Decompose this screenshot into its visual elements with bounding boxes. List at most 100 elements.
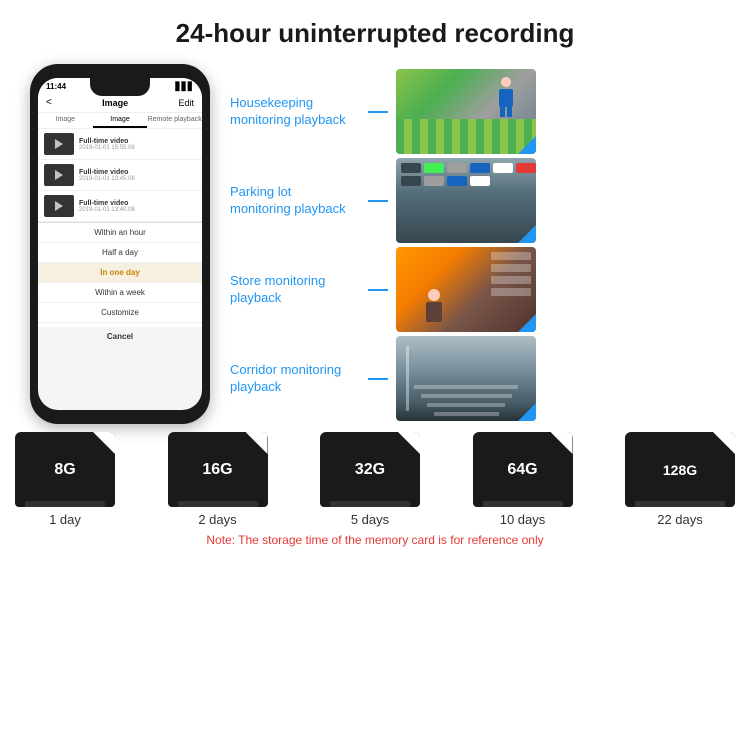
sd-card-size-label: 64G <box>507 461 537 479</box>
figure-body <box>499 89 513 107</box>
image-bracket <box>518 403 536 421</box>
monitoring-item-parking: Parking lot monitoring playback <box>230 158 730 243</box>
popup-item-within-week[interactable]: Within a week <box>38 283 202 303</box>
connector-line <box>368 111 388 113</box>
car <box>516 163 536 173</box>
parking-photo <box>396 158 536 243</box>
car <box>424 163 444 173</box>
nav-title: Image <box>102 98 128 108</box>
sd-card-8g: 8G <box>15 432 115 507</box>
car <box>447 176 467 186</box>
sd-card-size-label: 16G <box>202 461 232 479</box>
shelf <box>491 252 531 260</box>
stair <box>414 385 518 389</box>
play-icon <box>55 139 63 149</box>
image-bracket <box>518 225 536 243</box>
page-title: 24-hour uninterrupted recording <box>10 18 740 49</box>
storage-card-64g: 64G 10 days <box>473 432 573 527</box>
tab-image-1[interactable]: Image <box>38 113 93 128</box>
storage-card-32g: 32G 5 days <box>320 432 420 527</box>
monitoring-label-parking: Parking lot monitoring playback <box>230 184 360 218</box>
main-content: 11:44 ▋▋▋ < Image Edit Image Image Remot… <box>0 64 750 424</box>
page-header: 24-hour uninterrupted recording <box>0 0 750 59</box>
shelf <box>491 264 531 272</box>
storage-card-8g: 8G 1 day <box>15 432 115 527</box>
phone-popup-menu: Within an hour Half a day In one day Wit… <box>38 222 202 346</box>
figure-leg <box>507 107 512 117</box>
sd-card-notch <box>178 501 258 507</box>
handrail <box>406 346 409 411</box>
popup-item-half-day[interactable]: Half a day <box>38 243 202 263</box>
stair <box>434 412 499 416</box>
sd-card-size-label: 32G <box>355 461 385 479</box>
video-title: Full-time video <box>79 138 135 145</box>
nav-edit-button[interactable]: Edit <box>178 98 194 108</box>
popup-cancel-button[interactable]: Cancel <box>38 327 202 346</box>
list-item[interactable]: Full-time video 2019-01-01 13:40:08 <box>38 191 202 222</box>
sd-card-128g: 128G <box>625 432 735 507</box>
stair <box>421 394 512 398</box>
popup-item-customize[interactable]: Customize <box>38 303 202 323</box>
monitoring-label-corridor: Corridor monitoring playback <box>230 362 360 396</box>
tab-image-2[interactable]: Image <box>93 113 148 128</box>
carpet-pattern <box>396 119 536 154</box>
video-thumbnail <box>44 133 74 155</box>
car <box>493 163 513 173</box>
figure-legs <box>496 107 516 117</box>
list-item[interactable]: Full-time video 2019-01-01 15:55:08 <box>38 129 202 160</box>
phone-notch <box>90 78 150 96</box>
monitoring-image-housekeeping <box>396 69 536 154</box>
phone-video-list: Full-time video 2019-01-01 15:55:08 Full… <box>38 129 202 222</box>
storage-days-2: 2 days <box>198 512 236 527</box>
store-person <box>426 289 442 322</box>
popup-item-within-hour[interactable]: Within an hour <box>38 223 202 243</box>
sd-card-notch <box>330 501 410 507</box>
store-head <box>428 289 440 301</box>
storage-note: Note: The storage time of the memory car… <box>15 533 735 547</box>
monitoring-item-store: Store monitoring playback <box>230 247 730 332</box>
storage-card-16g: 16G 2 days <box>168 432 268 527</box>
phone-mockup: 11:44 ▋▋▋ < Image Edit Image Image Remot… <box>30 64 210 424</box>
video-title: Full-time video <box>79 200 135 207</box>
phone-container: 11:44 ▋▋▋ < Image Edit Image Image Remot… <box>20 64 220 424</box>
monitoring-image-parking <box>396 158 536 243</box>
storage-days-1: 1 day <box>49 512 81 527</box>
monitoring-label-housekeeping: Housekeeping monitoring playback <box>230 95 360 129</box>
popup-item-one-day[interactable]: In one day <box>38 263 202 283</box>
monitoring-image-corridor <box>396 336 536 421</box>
car <box>401 163 421 173</box>
play-icon <box>55 201 63 211</box>
video-date: 2019-01-01 13:40:08 <box>79 207 135 213</box>
shelf <box>491 276 531 284</box>
sd-card-size-label: 8G <box>54 461 75 479</box>
car <box>447 163 467 173</box>
staircase <box>396 336 536 421</box>
tab-remote-playback[interactable]: Remote playback <box>147 113 202 128</box>
video-date: 2019-01-01 13:45:08 <box>79 176 135 182</box>
sd-card-64g: 64G <box>473 432 573 507</box>
video-thumbnail <box>44 164 74 186</box>
image-bracket <box>518 314 536 332</box>
storage-card-128g: 128G 22 days <box>625 432 735 527</box>
figure-leg <box>500 107 505 117</box>
connector-line <box>368 378 388 380</box>
storage-section: 8G 1 day 16G 2 days 32G 5 days 64G <box>0 432 750 547</box>
store-body <box>426 302 442 322</box>
sd-card-size-label: 128G <box>663 462 697 478</box>
stair <box>427 403 505 407</box>
store-photo <box>396 247 536 332</box>
nav-back-button[interactable]: < <box>46 97 52 108</box>
phone-screen: 11:44 ▋▋▋ < Image Edit Image Image Remot… <box>38 78 202 410</box>
play-icon <box>55 170 63 180</box>
phone-time: 11:44 <box>46 82 66 91</box>
monitoring-image-store <box>396 247 536 332</box>
list-item[interactable]: Full-time video 2019-01-01 13:45:08 <box>38 160 202 191</box>
sd-card-32g: 32G <box>320 432 420 507</box>
sd-card-notch <box>25 501 105 507</box>
storage-days-5: 5 days <box>351 512 389 527</box>
storage-cards: 8G 1 day 16G 2 days 32G 5 days 64G <box>15 432 735 527</box>
sd-card-notch <box>635 501 725 507</box>
connector-line <box>368 289 388 291</box>
figure-head <box>501 77 511 87</box>
monitoring-item-corridor: Corridor monitoring playback <box>230 336 730 421</box>
